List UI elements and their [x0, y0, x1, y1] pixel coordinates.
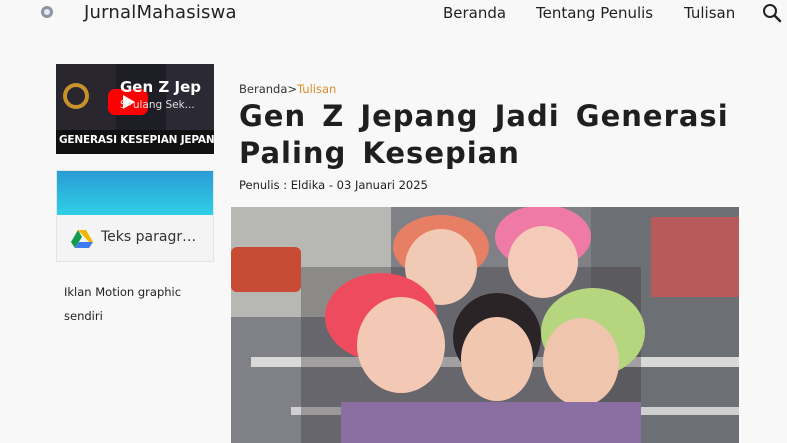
- google-drive-icon: [71, 230, 93, 248]
- site-title[interactable]: JurnalMahasiswa: [84, 2, 237, 23]
- hero-image: [231, 207, 739, 443]
- nav-beranda[interactable]: Beranda: [443, 4, 506, 22]
- breadcrumb-home[interactable]: Beranda: [239, 82, 287, 96]
- video-thumbnail[interactable]: Gen Z Jep S•ulang Sek... GENERASI KESEPI…: [56, 64, 214, 154]
- video-banner: GENERASI KESEPIAN JEPANG: [59, 134, 214, 146]
- article-byline: Penulis : Eldika - 03 Januari 2025: [239, 178, 428, 192]
- video-subtitle: S•ulang Sek...: [120, 99, 195, 111]
- article-title: Gen Z Jepang Jadi Generasi Paling Kesepi…: [239, 99, 729, 170]
- breadcrumb-current[interactable]: Tulisan: [297, 82, 336, 96]
- site-logo-icon[interactable]: [40, 5, 54, 19]
- breadcrumb: Beranda>Tulisan: [239, 82, 336, 96]
- breadcrumb-separator: >: [287, 82, 298, 96]
- nav-tulisan[interactable]: Tulisan: [684, 4, 735, 22]
- drive-card-banner: [57, 171, 213, 215]
- sidebar-caption: Iklan Motion graphic sendiri: [64, 285, 182, 323]
- hero-photo-art: [231, 207, 739, 443]
- drive-card[interactable]: Teks paragr…: [56, 170, 214, 262]
- video-title: Gen Z Jep: [120, 78, 201, 96]
- search-icon[interactable]: [762, 3, 782, 23]
- site-header: JurnalMahasiswa Beranda Tentang Penulis …: [0, 0, 787, 34]
- nav-tentang-penulis[interactable]: Tentang Penulis: [536, 4, 653, 22]
- drive-card-title: Teks paragr…: [101, 229, 197, 245]
